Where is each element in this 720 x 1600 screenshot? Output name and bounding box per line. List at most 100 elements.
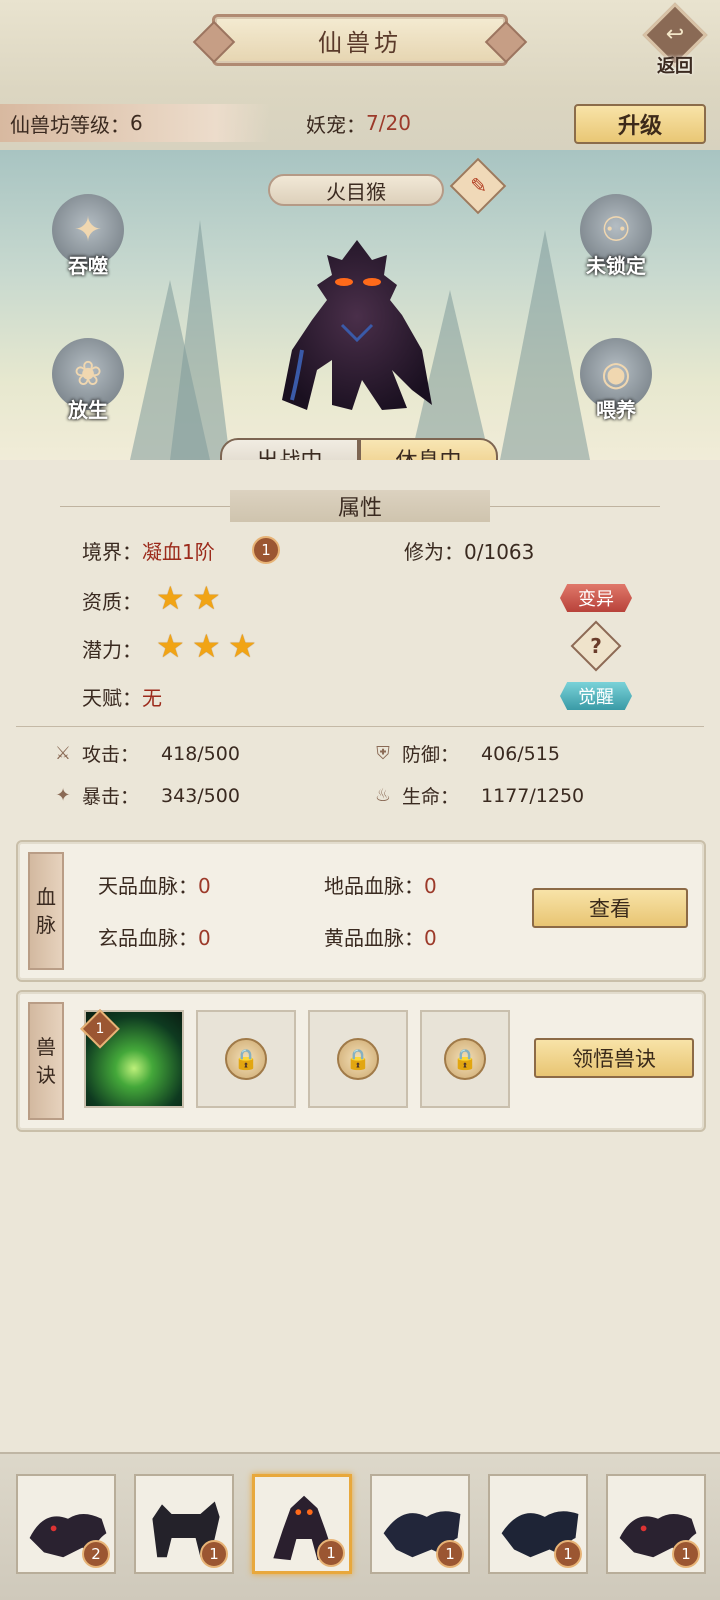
hp-value: 1177/1250	[481, 784, 585, 807]
realm-row: 境界：凝血1阶	[82, 536, 215, 565]
yellow-bloodline-value: 0	[424, 926, 437, 950]
earth-bloodline: 地品血脉：0	[324, 870, 437, 899]
bloodline-panel: 血 脉 天品血脉：0 地品血脉：0 玄品血脉：0 黄品血脉：0 查看	[16, 840, 706, 982]
heaven-bloodline: 天品血脉：0	[98, 870, 211, 899]
lock-icon: 🔒	[337, 1038, 379, 1080]
realm-label: 境界：	[82, 540, 142, 564]
rename-brush-icon[interactable]: ✎	[449, 157, 507, 215]
defense-stat: ⛨ 防御： 406/515	[372, 740, 560, 767]
pet-level-badge: 1	[554, 1540, 582, 1568]
yellow-bloodline: 黄品血脉：0	[324, 922, 437, 951]
tab-in-battle[interactable]: 出战中	[220, 438, 359, 460]
tab-resting[interactable]: 休息中	[359, 438, 498, 460]
skills-tag: 兽 诀	[28, 1002, 64, 1120]
aptitude-stars: ★ ★	[156, 582, 224, 614]
bloodline-tag-char: 脉	[36, 913, 56, 937]
defense-value: 406/515	[481, 742, 560, 765]
defense-label: 防御：	[402, 744, 460, 766]
shield-icon: ⛨	[376, 742, 390, 764]
pet-level-badge: 1	[672, 1540, 700, 1568]
yellow-bloodline-label: 黄品血脉：	[324, 926, 424, 950]
talent-value: 无	[142, 686, 162, 710]
lock-status-label: 未锁定	[586, 254, 646, 278]
pet-name: 火目猴	[268, 174, 444, 206]
pet-level-badge: 1	[317, 1539, 345, 1567]
pet-card[interactable]: 1	[370, 1474, 470, 1574]
mutate-button[interactable]: 变异	[560, 584, 632, 612]
header: 仙兽坊 ↩ 返回 仙兽坊等级： 6 妖宠： 7/20 升级	[0, 0, 720, 150]
sword-icon: ⚔	[54, 742, 72, 764]
crit-value: 343/500	[161, 784, 240, 807]
skills-panel: 兽 诀 1 🔒 🔒 🔒 领悟兽诀	[16, 990, 706, 1132]
star-icon: ★	[156, 627, 185, 665]
release-label: 放生	[68, 398, 108, 422]
lock-icon: 🔒	[225, 1038, 267, 1080]
pet-count-value: 7/20	[366, 111, 411, 135]
skill-slot-locked[interactable]: 🔒	[420, 1010, 510, 1108]
attack-value: 418/500	[161, 742, 240, 765]
pet-scene: 火目猴 ✎ ✦ 吞噬 ⚇ 未锁定 ❀ 放生 ◉ 喂养 出战中 休息中	[0, 150, 720, 460]
learn-skill-button[interactable]: 领悟兽诀	[534, 1038, 694, 1078]
attributes-section: 属性 境界：凝血1阶 1 修为：0/1063 资质： ★ ★ 变异 潜力： ★ ★ ★…	[0, 490, 720, 830]
view-bloodline-button[interactable]: 查看	[532, 888, 688, 928]
bloodline-tag: 血 脉	[28, 852, 64, 970]
potential-stars: ★ ★ ★	[156, 630, 260, 662]
help-icon[interactable]: ?	[570, 620, 622, 672]
feed-button[interactable]: ◉ 喂养	[574, 338, 658, 428]
hp-label: 生命：	[402, 786, 460, 808]
pet-card[interactable]: 1	[252, 1474, 352, 1574]
release-button[interactable]: ❀ 放生	[46, 338, 130, 428]
fire-eye-monkey-image	[282, 240, 432, 410]
level-bar: 仙兽坊等级： 6 妖宠： 7/20 升级	[0, 104, 720, 144]
page-title: 仙兽坊	[212, 14, 508, 66]
workshop-level: 仙兽坊等级： 6	[0, 104, 270, 142]
life-icon: ♨	[374, 784, 392, 806]
attack-label: 攻击：	[82, 744, 140, 766]
devour-button[interactable]: ✦ 吞噬	[46, 194, 130, 284]
lock-toggle-button[interactable]: ⚇ 未锁定	[574, 194, 658, 284]
feed-label: 喂养	[596, 398, 636, 422]
help-glyph: ?	[590, 634, 602, 658]
talent-label: 天赋：	[82, 686, 142, 710]
divider	[16, 726, 704, 727]
earth-bloodline-label: 地品血脉：	[324, 874, 424, 898]
star-icon: ★	[192, 579, 221, 617]
pet-card[interactable]: 1	[134, 1474, 234, 1574]
back-button[interactable]: ↩ 返回	[640, 2, 710, 78]
skill-slot-1[interactable]: 1	[80, 1009, 184, 1108]
realm-value: 凝血1阶	[142, 540, 215, 564]
cultivation-value: 0/1063	[464, 540, 535, 564]
pet-card[interactable]: 2	[16, 1474, 116, 1574]
skill-slot-locked[interactable]: 🔒	[308, 1010, 408, 1108]
pet-level-badge: 2	[82, 1540, 110, 1568]
pet-level-badge: 1	[436, 1540, 464, 1568]
pet-card[interactable]: 1	[488, 1474, 588, 1574]
pet-level-badge: 1	[200, 1540, 228, 1568]
talent-row: 天赋：无	[82, 682, 162, 711]
star-icon: ★	[192, 627, 221, 665]
earth-bloodline-value: 0	[424, 874, 437, 898]
crit-label: 暴击：	[82, 786, 140, 808]
battle-status-tabs: 出战中 休息中	[220, 438, 498, 460]
pet-count: 妖宠： 7/20	[306, 104, 411, 142]
potential-label: 潜力：	[82, 638, 142, 662]
realm-badge: 1	[252, 536, 280, 564]
awaken-button[interactable]: 觉醒	[560, 682, 632, 710]
pet-card[interactable]: 1	[606, 1474, 706, 1574]
mystic-bloodline-value: 0	[198, 926, 211, 950]
upgrade-button[interactable]: 升级	[574, 104, 706, 144]
heaven-bloodline-value: 0	[198, 874, 211, 898]
heaven-bloodline-label: 天品血脉：	[98, 874, 198, 898]
hp-stat: ♨ 生命： 1177/1250	[372, 782, 584, 809]
star-icon: ★	[228, 627, 257, 665]
skill-slot-locked[interactable]: 🔒	[196, 1010, 296, 1108]
skill-level-value: 1	[95, 1020, 105, 1037]
pet-count-label: 妖宠：	[306, 112, 366, 137]
attack-stat: ⚔ 攻击： 418/500	[52, 740, 240, 767]
star-icon: ★	[156, 579, 185, 617]
crit-icon: ✦	[55, 784, 71, 806]
back-label: 返回	[657, 56, 693, 77]
pet-roster: 2 1 1 1 1 1	[0, 1452, 720, 1600]
workshop-level-value: 6	[130, 111, 143, 135]
devour-label: 吞噬	[68, 254, 108, 278]
